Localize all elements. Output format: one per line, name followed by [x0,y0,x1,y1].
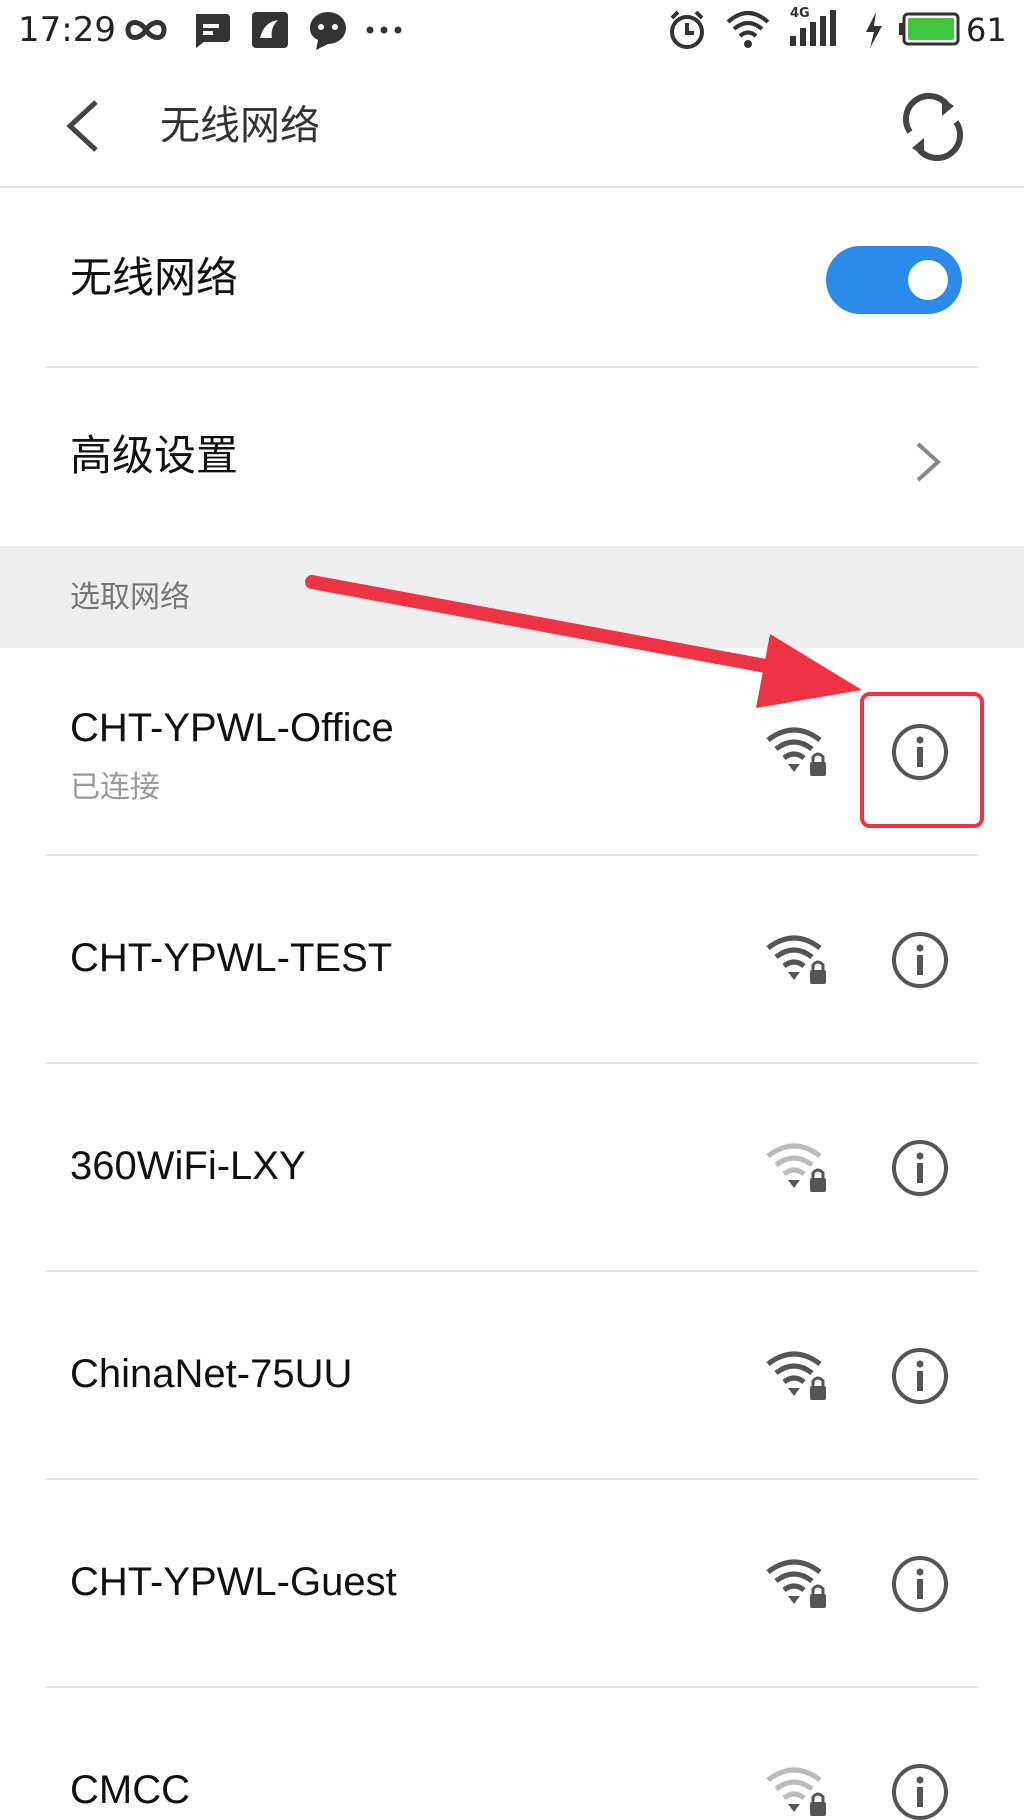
wifi-lock-icon [766,1559,826,1608]
network-info-button[interactable] [890,1554,950,1614]
wifi-icon [726,11,770,48]
more-dots-icon [366,26,402,34]
message-icon [310,12,346,50]
advanced-settings-label: 高级设置 [70,431,239,480]
info-icon [892,932,948,988]
network-row[interactable]: ChinaNet-75UU [0,1272,1024,1480]
back-button[interactable] [56,96,116,156]
choose-network-label: 选取网络 [70,580,190,615]
advanced-settings-row[interactable]: 高级设置 [0,368,1024,546]
network-row[interactable]: 360WiFi-LXY [0,1064,1024,1272]
toggle-knob [908,260,948,300]
battery-level: 61 [966,11,1007,49]
page-title: 无线网络 [160,103,320,149]
wifi-lock-icon [766,935,826,984]
app-bar: 无线网络 [0,62,1024,188]
network-row[interactable]: CHT-YPWL-TEST [0,856,1024,1064]
wifi-lock-icon [766,727,826,776]
network-info-button[interactable] [890,1346,950,1406]
wifi-lock-icon [766,1767,826,1816]
info-icon [892,1140,948,1196]
info-icon [892,1348,948,1404]
chat-bubble-icon [196,14,230,48]
alarm-icon [670,10,704,49]
charging-icon [866,12,882,48]
wifi-toggle-row[interactable]: 无线网络 [0,188,1024,368]
wifi-toggle-switch[interactable] [826,246,962,314]
info-icon [892,1764,948,1820]
annotation-arrow [305,575,862,708]
refresh-icon [903,92,963,162]
status-time: 17:29 [18,10,116,50]
refresh-button[interactable] [898,92,968,162]
network-row[interactable]: CMCC [0,1688,1024,1820]
network-status: 已连接 [70,770,160,805]
network-name: 360WiFi-LXY [70,1144,306,1188]
wifi-toggle-label: 无线网络 [70,253,239,302]
back-arrow-icon [66,100,98,152]
chevron-right-icon [916,442,941,482]
network-info-button[interactable] [890,1762,950,1820]
network-info-button[interactable] [890,1138,950,1198]
uc-browser-icon [252,12,288,48]
info-icon [892,1556,948,1612]
status-bar: 17:29 4G 61 [0,0,1024,62]
annotation-highlight-box [860,692,984,828]
wifi-lock-icon [766,1143,826,1192]
network-name: ChinaNet-75UU [70,1352,353,1396]
network-name: CHT-YPWL-TEST [70,936,393,980]
infinity-icon [125,20,167,40]
network-row[interactable]: CHT-YPWL-Guest [0,1480,1024,1688]
network-name: CHT-YPWL-Guest [70,1560,397,1604]
wifi-lock-icon [766,1351,826,1400]
network-name: CMCC [70,1768,190,1812]
battery-icon [899,12,960,46]
network-info-button[interactable] [890,930,950,990]
cell-signal-icon: 4G [788,6,844,50]
